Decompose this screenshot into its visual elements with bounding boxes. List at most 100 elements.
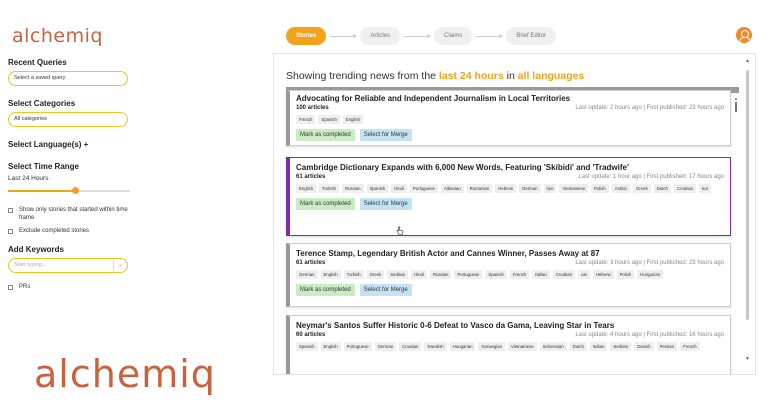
story-card[interactable]: Terence Stamp, Legendary British Actor a… xyxy=(286,243,731,307)
slider-handle[interactable] xyxy=(71,187,79,194)
story-title[interactable]: Neymar's Santos Suffer Historic 0-6 Defe… xyxy=(296,321,724,330)
language-tag: Serbian xyxy=(387,270,409,279)
user-avatar-icon[interactable] xyxy=(736,27,752,43)
prs-label: PRs xyxy=(19,284,31,290)
language-tag: Croatian xyxy=(552,270,576,279)
step-stories[interactable]: Stories xyxy=(286,27,327,45)
time-range-heading: Select Time Range xyxy=(8,162,79,171)
scroll-up-icon[interactable]: ▲ xyxy=(734,96,738,101)
language-tag: Danish xyxy=(634,342,654,351)
keywords-placeholder: Start typing... xyxy=(14,262,47,268)
brand-watermark-logo: alchemiq xyxy=(34,352,216,396)
story-title[interactable]: Terence Stamp, Legendary British Actor a… xyxy=(296,249,724,258)
language-tag: Spanish xyxy=(318,115,340,124)
language-tag: Vietnamese xyxy=(559,184,589,193)
language-tag: Hindi xyxy=(391,184,407,193)
keywords-input[interactable]: Start typing... ⌄ xyxy=(8,258,128,273)
only-started-label: Show only stories that started within ti… xyxy=(19,207,128,221)
language-tag: French xyxy=(680,342,700,351)
language-tag: Portuguese xyxy=(409,184,438,193)
keywords-heading: Add Keywords xyxy=(8,245,65,254)
app-logo[interactable]: alchemiq xyxy=(12,25,103,47)
chevron-down-icon[interactable]: ⌄ xyxy=(113,260,123,271)
mark-completed-button[interactable]: Mark as completed xyxy=(296,129,355,141)
language-tags: Spanish English Portuguese German Croati… xyxy=(296,342,724,354)
language-tags: German English Turkish Greek Serbian Hin… xyxy=(296,270,724,282)
arrow-icon xyxy=(404,33,432,38)
panel-scrollbar[interactable]: ▲ ▼ xyxy=(744,56,752,374)
language-tag: Turkish xyxy=(343,270,364,279)
language-tag: Croatian xyxy=(673,184,697,193)
top-bar: alchemiq Stories Articles Claims Brief E… xyxy=(0,0,768,52)
language-tag: Polish xyxy=(616,270,635,279)
language-tag: Romanian xyxy=(466,184,493,193)
checkbox-icon[interactable] xyxy=(8,285,13,290)
step-claims[interactable]: Claims xyxy=(434,27,473,45)
story-meta: Last update: 4 hours ago | First publish… xyxy=(575,332,724,338)
language-tag: Hungarian xyxy=(449,342,476,351)
language-tag: Arabic xyxy=(611,184,631,193)
step-articles[interactable]: Articles xyxy=(360,27,401,45)
language-tag: Spanish xyxy=(296,342,318,351)
scroll-down-icon[interactable]: ▼ xyxy=(745,356,750,362)
language-tag: Spanish xyxy=(485,270,507,279)
checkbox-icon[interactable] xyxy=(8,229,13,234)
scroll-up-icon[interactable]: ▲ xyxy=(745,58,750,64)
article-count: 61 articles xyxy=(296,260,326,266)
language-tag: Turkish xyxy=(319,184,340,193)
categories-select[interactable]: All categories xyxy=(8,112,128,127)
language-tags: English Turkish Russian Spanish Hindi Po… xyxy=(296,184,724,196)
heading-languages: all languages xyxy=(517,70,585,82)
saved-query-select[interactable]: Select a saved query xyxy=(8,71,128,86)
prs-checkbox[interactable]: PRs xyxy=(8,283,138,291)
mark-completed-button[interactable]: Mark as completed xyxy=(296,198,355,210)
story-card[interactable]: Neymar's Santos Suffer Historic 0-6 Defe… xyxy=(286,315,731,374)
language-tag: German xyxy=(519,184,541,193)
heading-prefix: Showing trending news from the xyxy=(286,70,439,82)
story-card[interactable]: Advocating for Reliable and Independent … xyxy=(286,90,731,146)
select-merge-button[interactable]: Select for Merge xyxy=(359,129,412,141)
story-title[interactable]: Cambridge Dictionary Expands with 6,000 … xyxy=(296,163,724,172)
language-tag: English xyxy=(296,184,317,193)
language-tag: Croatian xyxy=(399,342,422,351)
only-started-checkbox[interactable]: Show only stories that started within ti… xyxy=(8,206,138,222)
select-merge-button[interactable]: Select for Merge xyxy=(359,198,412,210)
time-range-slider[interactable] xyxy=(8,187,130,194)
language-tag: French xyxy=(296,115,316,124)
trending-heading: Showing trending news from the last 24 h… xyxy=(286,70,584,82)
language-tag: German xyxy=(296,270,318,279)
story-meta: Last update: 2 hours ago | First publish… xyxy=(575,105,724,111)
card-scrollbar[interactable]: ▲ xyxy=(734,96,740,114)
scroll-thumb[interactable] xyxy=(746,70,749,320)
language-tag: Dutch xyxy=(653,184,671,193)
story-title[interactable]: Advocating for Reliable and Independent … xyxy=(296,94,724,103)
checkbox-icon[interactable] xyxy=(8,208,13,213)
categories-heading: Select Categories xyxy=(8,99,76,108)
language-tags: French Spanish English xyxy=(296,115,724,127)
language-tag: Hebrew xyxy=(592,270,614,279)
story-card-selected[interactable]: Cambridge Dictionary Expands with 6,000 … xyxy=(286,157,731,236)
scroll-thumb[interactable] xyxy=(735,102,737,112)
language-tag: English xyxy=(342,115,363,124)
exclude-completed-checkbox[interactable]: Exclude completed stories xyxy=(8,227,138,235)
select-merge-button[interactable]: Select for Merge xyxy=(359,284,412,296)
language-tag: Hungarian xyxy=(637,270,664,279)
mouse-cursor-icon xyxy=(396,226,404,235)
languages-heading[interactable]: Select Language(s) + xyxy=(8,140,138,149)
stories-panel: Showing trending news from the last 24 h… xyxy=(273,53,756,375)
step-brief-editor[interactable]: Brief Editor xyxy=(506,27,557,45)
language-tag: Italian xyxy=(589,342,608,351)
language-tag: Portuguese xyxy=(343,342,372,351)
mark-completed-button[interactable]: Mark as completed xyxy=(296,284,355,296)
heading-time-range: last 24 hours xyxy=(438,70,504,82)
language-tag: Swedish xyxy=(424,342,447,351)
exclude-completed-label: Exclude completed stories xyxy=(19,228,90,234)
language-tag: Spanish xyxy=(366,184,389,193)
language-tag: Indonesian xyxy=(539,342,567,351)
article-count: 61 articles xyxy=(296,174,326,180)
time-range-value: Last 24 Hours xyxy=(8,175,49,182)
language-tag: Serbian xyxy=(610,342,632,351)
language-tag: Albanian xyxy=(440,184,464,193)
language-tag: Greek xyxy=(633,184,651,193)
arrow-icon xyxy=(476,33,504,38)
